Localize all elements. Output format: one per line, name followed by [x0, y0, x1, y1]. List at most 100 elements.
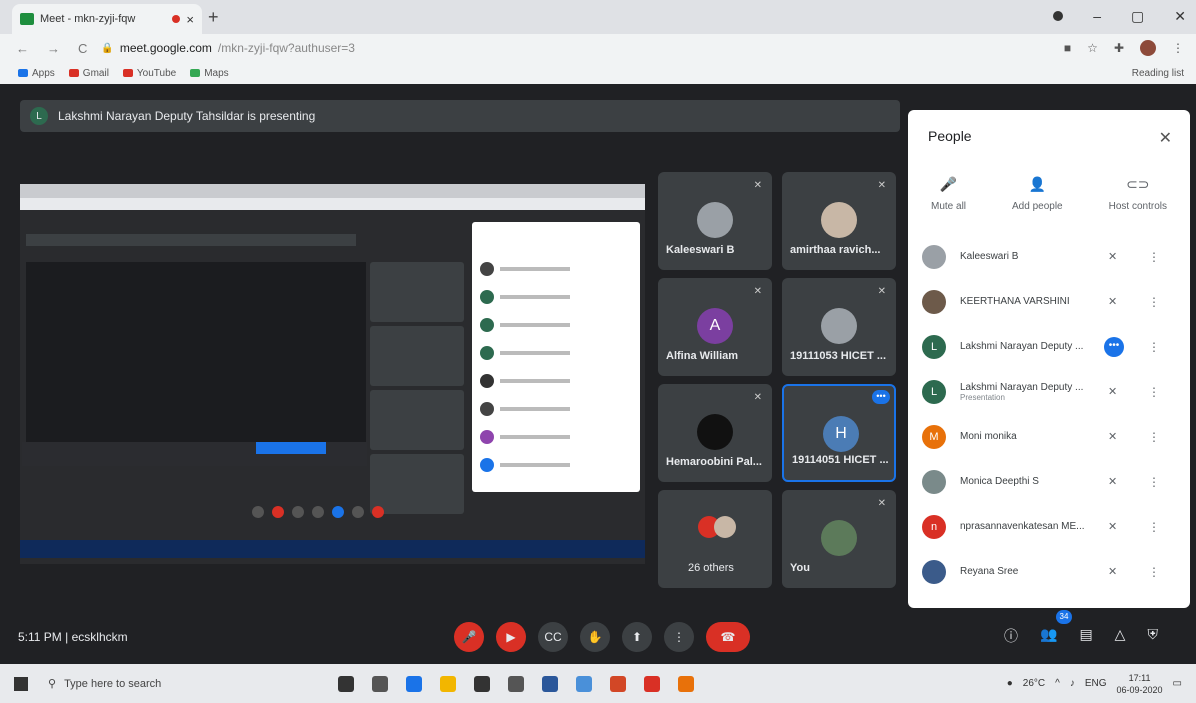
volume-icon[interactable]: ♪ [1070, 678, 1075, 689]
add-person-icon: 👤 [1028, 176, 1047, 192]
leave-call-button[interactable]: ☎ [706, 622, 750, 652]
info-icon[interactable]: ⓘ [1004, 626, 1018, 646]
close-window-button[interactable]: ✕ [1174, 8, 1186, 25]
profile-avatar[interactable] [1140, 40, 1156, 56]
app-icon[interactable] [576, 675, 592, 692]
avatar [922, 289, 946, 314]
file-explorer-icon[interactable] [440, 675, 456, 692]
language[interactable]: ENG [1085, 678, 1107, 689]
tile-you[interactable]: ✕ You [782, 490, 896, 588]
mute-all-button[interactable]: 🎤 Mute all [931, 176, 966, 212]
weather[interactable]: 26°C [1023, 678, 1045, 689]
close-tab-icon[interactable]: × [186, 12, 194, 27]
camera-toggle-button[interactable]: ▶ [496, 622, 526, 652]
tile-hemaroobini[interactable]: ✕ Hemaroobini Pal... [658, 384, 772, 482]
captions-button[interactable]: CC [538, 622, 568, 652]
raise-hand-button[interactable]: ✋ [580, 622, 610, 652]
avatar [922, 559, 946, 584]
list-item[interactable]: L Lakshmi Narayan Deputy ... Presentation… [908, 369, 1190, 414]
more-options-icon[interactable]: ⋮ [1148, 520, 1160, 534]
speaking-indicator-icon: ••• [1104, 336, 1124, 357]
maximize-button[interactable]: ▢ [1131, 8, 1144, 25]
tile-alfina[interactable]: ✕ A Alfina William [658, 278, 772, 376]
mail-icon[interactable] [508, 675, 524, 692]
extensions-icon[interactable]: ✚ [1114, 41, 1124, 55]
list-item[interactable]: KEERTHANA VARSHINI ✕ ⋮ [908, 279, 1190, 324]
reload-button[interactable]: C [78, 41, 87, 56]
star-icon[interactable]: ☆ [1087, 41, 1098, 55]
forward-button[interactable]: → [47, 41, 60, 56]
list-item[interactable]: Reyana Sree ✕ ⋮ [908, 549, 1190, 594]
meeting-time: 5:11 PM [18, 630, 62, 644]
more-options-icon[interactable]: ⋮ [1148, 340, 1160, 354]
clock[interactable]: 17:11 06-09-2020 [1117, 672, 1163, 696]
edge-icon[interactable] [406, 675, 422, 692]
bookmark-gmail[interactable]: Gmail [68, 68, 109, 79]
chrome-icon[interactable] [678, 675, 694, 692]
menu-icon[interactable]: ⋮ [1172, 41, 1184, 55]
more-options-icon[interactable]: ⋮ [1148, 430, 1160, 444]
tile-19114051[interactable]: ••• H 19114051 HICET ... [782, 384, 896, 482]
close-people-button[interactable]: ✕ [1159, 128, 1172, 148]
list-item[interactable]: Monica Deepthi S ✕ ⋮ [908, 459, 1190, 504]
profile-dot-icon[interactable] [1053, 11, 1064, 21]
taskbar-apps [338, 675, 694, 692]
list-item[interactable]: L Lakshmi Narayan Deputy ... ••• ⋮ [908, 324, 1190, 369]
url-field[interactable]: 🔒 meet.google.com/mkn-zyji-fqw?authuser=… [101, 41, 355, 55]
office-icon[interactable] [644, 675, 660, 692]
people-icon[interactable]: 👥 [1040, 626, 1057, 646]
chat-icon[interactable]: ▤ [1079, 626, 1092, 646]
host-controls-button[interactable]: ⊂⊃ Host controls [1109, 176, 1167, 212]
list-item[interactable]: M Moni monika ✕ ⋮ [908, 414, 1190, 459]
window-controls: – ▢ ✕ [1053, 8, 1186, 25]
cortana-icon[interactable] [338, 675, 354, 692]
bookmark-maps[interactable]: Maps [190, 68, 229, 79]
mic-off-icon[interactable]: ✕ [1108, 565, 1117, 578]
list-item[interactable]: n nprasannavenkatesan ME... ✕ ⋮ [908, 504, 1190, 549]
dropbox-icon[interactable] [542, 675, 558, 692]
list-item[interactable]: Kaleeswari B ✕ ⋮ [908, 234, 1190, 279]
meet-tab[interactable]: Meet - mkn-zyji-fqw × [12, 4, 202, 34]
more-options-icon[interactable]: ⋮ [1148, 295, 1160, 309]
taskbar-search[interactable]: ⚲ Type here to search [48, 671, 298, 697]
recording-dot-icon [172, 15, 181, 23]
activities-icon[interactable]: △ [1115, 626, 1126, 646]
bookmark-apps[interactable]: Apps [18, 68, 55, 79]
tile-kaleeswari[interactable]: ✕ Kaleeswari B [658, 172, 772, 270]
camera-icon[interactable]: ■ [1064, 41, 1071, 55]
bookmark-youtube[interactable]: YouTube [122, 68, 176, 79]
minimize-button[interactable]: – [1093, 8, 1101, 25]
tile-amirthaa[interactable]: ✕ amirthaa ravich... [782, 172, 896, 270]
mic-off-icon[interactable]: ✕ [1108, 520, 1117, 533]
tile-others[interactable]: 26 others [658, 490, 772, 588]
mic-off-icon[interactable]: ✕ [1108, 475, 1117, 488]
store-icon[interactable] [474, 675, 490, 692]
mic-off-icon[interactable]: ✕ [1108, 250, 1117, 263]
windows-start-icon[interactable] [14, 676, 28, 691]
new-tab-button[interactable]: + [208, 7, 219, 28]
tab-strip: Meet - mkn-zyji-fqw × + – ▢ ✕ [0, 0, 1196, 34]
task-view-icon[interactable] [372, 675, 388, 692]
present-icon[interactable]: ✕ [1108, 385, 1117, 398]
mic-toggle-button[interactable]: 🎤 [454, 622, 484, 652]
tile-19111053[interactable]: ✕ 19111053 HICET ... [782, 278, 896, 376]
powerpoint-icon[interactable] [610, 675, 626, 692]
notifications-icon[interactable]: ▭ [1173, 678, 1182, 689]
more-options-icon[interactable]: ⋮ [1148, 250, 1160, 264]
more-options-icon[interactable]: ⋮ [1148, 475, 1160, 489]
reading-list[interactable]: Reading list [1132, 68, 1184, 79]
present-button[interactable]: ⬆ [622, 622, 652, 652]
person-subtitle: Presentation [960, 392, 1005, 402]
add-people-button[interactable]: 👤 Add people [1012, 176, 1063, 212]
people-tray-icon[interactable]: ● [1007, 678, 1013, 689]
tray-overflow-icon[interactable]: ^ [1055, 678, 1060, 689]
more-options-button[interactable]: ⋮ [664, 622, 694, 652]
avatar: M [922, 424, 946, 449]
mic-off-icon[interactable]: ✕ [1108, 295, 1117, 308]
system-tray: ● 26°C ^ ♪ ENG 17:11 06-09-2020 ▭ [1007, 672, 1182, 696]
more-options-icon[interactable]: ⋮ [1148, 565, 1160, 579]
back-button[interactable]: ← [16, 41, 29, 56]
more-options-icon[interactable]: ⋮ [1148, 385, 1160, 399]
mic-off-icon[interactable]: ✕ [1108, 430, 1117, 443]
host-controls-icon[interactable]: ⛨ [1147, 626, 1158, 646]
